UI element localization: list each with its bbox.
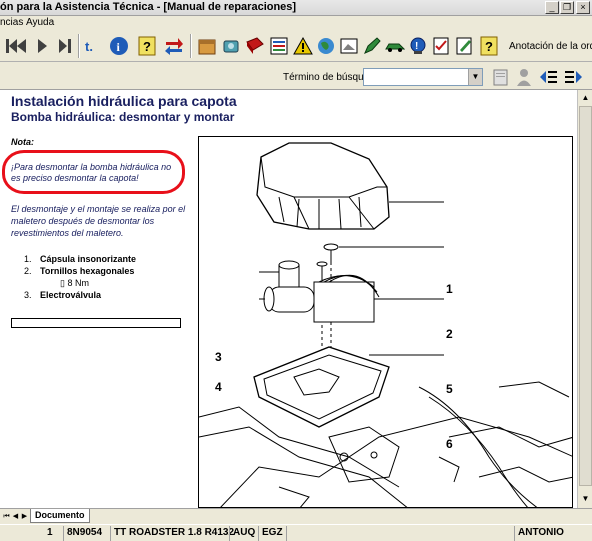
package-icon[interactable] [196,35,218,57]
swap-icon[interactable] [163,35,185,57]
window-title: ón para la Asistencia Técnica - [Manual … [0,1,297,13]
callout-6: 6 [446,437,453,451]
next-page-icon[interactable] [32,35,54,57]
page-subtitle: Bomba hidráulica: desmontar y montar [11,110,235,124]
arrow-left-lines-icon[interactable] [538,66,560,88]
svg-text:t.: t. [85,39,93,54]
page-title: Instalación hidráulica para capota [11,93,237,109]
status-engine: AUQ [229,526,255,541]
status-model: TT ROADSTER 1.8 R4132 [110,526,234,541]
book-icon[interactable] [244,35,266,57]
list-item: 1. Cápsula insonorizante [24,254,137,264]
callout-4: 4 [215,380,222,394]
annotation-label[interactable]: Anotación de la orden c [509,41,592,52]
bookmark-icon[interactable]: ! [407,35,429,57]
scroll-thumb[interactable] [579,106,592,486]
menu-bar: ncias Ayuda [0,16,592,30]
callout-1: 1 [446,282,453,296]
note-text: ¡Para desmontar la bomba hidráulica no e… [11,162,172,183]
menu-item-ncias[interactable]: ncias [0,17,23,28]
parts-list: 1. Cápsula insonorizante 2. Tornillos hexa… [24,253,136,301]
car-icon[interactable] [384,35,406,57]
status-code: 8N9054 [63,526,102,541]
print-icon[interactable] [453,35,475,57]
callout-3: 3 [215,350,222,364]
engine-icon[interactable] [220,35,242,57]
user-icon[interactable] [513,66,535,88]
document-view: Instalación hidráulica para capota Bomba… [0,90,577,508]
help-book-icon[interactable]: ? [478,35,500,57]
note-heading: Nota: [11,137,34,147]
svg-text:?: ? [485,39,493,54]
tab-next-icon[interactable]: ▶ [20,511,29,522]
chevron-down-icon[interactable]: ▼ [468,69,482,85]
tab-prev-icon[interactable]: ◀ [11,511,20,522]
search-doc-icon[interactable] [490,66,512,88]
callout-2: 2 [446,327,453,341]
main-toolbar: t. i ? ! ? [0,30,592,62]
tab-first-icon[interactable]: ⏮ [2,511,11,522]
status-gearbox: EGZ [258,526,283,541]
pen-icon[interactable] [361,35,383,57]
bullet-icon: ▯ [60,278,65,288]
status-page: 1 [47,527,53,538]
scroll-up-icon[interactable]: ▲ [579,91,592,104]
checklist-icon[interactable] [430,35,452,57]
empty-box [11,318,181,328]
title-bar: ón para la Asistencia Técnica - [Manual … [0,0,592,16]
list-subitem: ▯ 8 Nm [60,278,89,288]
procedure-paragraph: El desmontaje y el montaje se realiza po… [11,204,186,238]
minimize-button[interactable]: _ [545,1,559,14]
vertical-scrollbar[interactable]: ▲ ▼ [577,90,592,508]
search-value [364,74,366,85]
status-empty [286,526,512,541]
menu-item-ayuda[interactable]: Ayuda [26,17,54,28]
warning-icon[interactable] [292,35,314,57]
toolbar-separator [190,34,192,58]
globe-icon[interactable] [315,35,337,57]
svg-text:?: ? [143,39,151,54]
status-user: ANTONIO [514,526,564,541]
page-icon[interactable] [338,35,360,57]
list-item: 3. Electroválvula [24,290,102,300]
last-page-icon[interactable] [54,35,76,57]
arrow-right-lines-icon[interactable] [562,66,584,88]
tab-documento[interactable]: Documento [30,509,90,523]
restore-button[interactable]: ❐ [560,1,574,14]
toolbar-separator [78,34,80,58]
exploded-diagram: 1 2 3 4 5 6 [198,136,573,508]
info-icon[interactable]: i [108,35,130,57]
list-icon[interactable] [268,35,290,57]
search-input[interactable]: ▼ [363,68,483,86]
close-button[interactable]: × [576,1,590,14]
return-icon[interactable]: t. [82,35,104,57]
scroll-down-icon[interactable]: ▼ [579,492,592,505]
tab-strip: ⏮ ◀ ▶ Documento [0,508,592,524]
callout-5: 5 [446,382,453,396]
prev-page-icon[interactable] [10,35,32,57]
svg-text:!: ! [415,41,418,52]
help-icon[interactable]: ? [136,35,158,57]
list-item: 2. Tornillos hexagonales [24,266,135,276]
status-bar: 1 8N9054 TT ROADSTER 1.8 R4132 AUQ EGZ A… [0,524,592,541]
pump-drawing [199,142,572,507]
